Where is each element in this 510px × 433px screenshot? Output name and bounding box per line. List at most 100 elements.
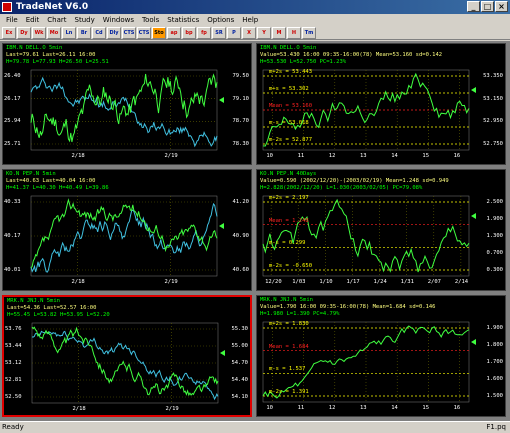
toolbar-button-bar[interactable]: Br	[77, 26, 91, 39]
menu-windows[interactable]: Windows	[99, 14, 138, 26]
y-axis-right-tick: 53.150	[483, 95, 503, 102]
sd-band-label: m+2s = 2.197	[269, 195, 309, 201]
toolbar-button-ap[interactable]: ap	[167, 26, 181, 39]
chart-panel-mrk-jnj-price[interactable]: 53.76 53.44 53.12 52.81 52.50 55.30 55.00 54.70…	[2, 295, 252, 417]
x-axis-tick: 14	[391, 153, 398, 159]
price-series-line-2	[30, 202, 218, 273]
toolbar-button-y[interactable]: Y	[257, 26, 271, 39]
app-icon	[2, 2, 12, 12]
toolbar-button-daily[interactable]: Dy	[17, 26, 31, 39]
y-axis-left-tick: 26.17	[4, 95, 21, 102]
y-axis-right-tick: 1.300	[486, 233, 503, 239]
y-axis-right-tick: 1.900	[486, 216, 503, 222]
chart-panel-ko-pep-spread[interactable]: m+2s = 2.197 Mean = 1.248 m-s = 0.299 m-2s …	[256, 169, 506, 291]
toolbar-button-bp[interactable]: bp	[182, 26, 196, 39]
menu-tools[interactable]: Tools	[138, 14, 163, 26]
x-axis-tick: 11	[297, 153, 305, 159]
x-axis-tick: 11	[297, 405, 305, 411]
sd-band-label: m-s = 53.018	[269, 120, 309, 126]
toolbar-button-weekly[interactable]: Wk	[32, 26, 46, 39]
x-axis-tick: 12	[328, 405, 336, 411]
menu-help[interactable]: Help	[238, 14, 262, 26]
panel-header-line-3: H=53.530 L=52.750 PC=1.23%	[260, 59, 347, 65]
x-axis-tick: 2/18	[71, 279, 85, 285]
last-value-marker	[220, 350, 225, 356]
toolbar-button-exit[interactable]: Ex	[2, 26, 16, 39]
chart-panel-ko-pep-price[interactable]: 40.33 40.17 40.01 41.20 40.90 40.60 2/18 2/19 KO…	[2, 169, 252, 291]
menu-edit[interactable]: Edit	[22, 14, 44, 26]
y-axis-left-tick: 52.81	[5, 377, 22, 383]
chart-workspace: 26.40 26.17 25.94 25.71 79.50 79.10 78.70 78.30…	[0, 41, 510, 421]
menu-statistics[interactable]: Statistics	[163, 14, 203, 26]
toolbar-button-p[interactable]: P	[227, 26, 241, 39]
y-axis-right-tick: 1.500	[486, 393, 503, 399]
x-axis-tick: 1/24	[373, 279, 387, 285]
sd-band-label: m+2s = 1.830	[269, 321, 309, 327]
toolbar: Ex Dy Wk Mo Ln Br Cd Dly CTS CTS Sto ap …	[0, 26, 510, 40]
y-axis-left-tick: 53.44	[5, 343, 22, 349]
chart-panel-ibm-dell-spread[interactable]: m+2s = 53.443 m+s = 53.302 Mean = 53.160 m-…	[256, 43, 506, 165]
toolbar-button-dly[interactable]: Dly	[107, 26, 121, 39]
panel-header-line-2: Last=54.36 Last=52.57 16:00	[7, 305, 97, 311]
minimize-button[interactable]: _	[467, 1, 480, 12]
panel-header-line-3: H=55.45 L=53.82 H=53.95 L=52.20	[7, 312, 110, 318]
toolbar-button-tm[interactable]: Tm	[302, 26, 316, 39]
x-axis-tick: 16	[453, 405, 461, 411]
chart-panel-ibm-dell-price[interactable]: 26.40 26.17 25.94 25.71 79.50 79.10 78.70 78.30…	[2, 43, 252, 165]
mean-label: Mean = 53.160	[269, 103, 313, 109]
toolbar-button-cts2[interactable]: CTS	[137, 26, 151, 39]
panel-header-line-2: Value=53.430 16:00 09:35-16:00(78) Mean=…	[260, 52, 443, 58]
panel-header-line-1: IBM.N DELL.O 5min	[6, 45, 63, 51]
y-axis-left-tick: 53.76	[5, 326, 22, 332]
panel-header-line-3: H=1.980 L=1.390 PC=4.79%	[260, 311, 340, 317]
toolbar-button-x[interactable]: X	[242, 26, 256, 39]
toolbar-button-h[interactable]: H	[287, 26, 301, 39]
x-axis-tick: 1/17	[346, 279, 360, 285]
window-titlebar: TradeNet V6.0 _ □ ×	[0, 0, 510, 14]
toolbar-button-line[interactable]: Ln	[62, 26, 76, 39]
y-axis-left-tick: 26.40	[4, 73, 21, 79]
y-axis-right-tick: 2.500	[486, 199, 503, 205]
panel-header-line-1: MRK.N JNJ.N 5min	[7, 298, 60, 304]
x-axis-tick: 15	[422, 405, 430, 411]
menu-study[interactable]: Study	[71, 14, 99, 26]
last-value-marker	[471, 339, 476, 345]
toolbar-button-m[interactable]: M	[272, 26, 286, 39]
panel-header-line-3: H=79.78 L=77.93 H=26.50 L=25.51	[6, 59, 109, 65]
last-value-marker	[471, 213, 476, 219]
chart-panel-mrk-jnj-spread[interactable]: m+2s = 1.830 Mean = 1.684 m-s = 1.537 m-2s …	[256, 295, 506, 417]
toolbar-button-candle[interactable]: Cd	[92, 26, 106, 39]
y-axis-right-tick: 52.750	[483, 141, 503, 147]
toolbar-button-monthly[interactable]: Mo	[47, 26, 61, 39]
y-axis-right-tick: 41.20	[232, 199, 249, 205]
y-axis-right-tick: 40.60	[232, 267, 249, 273]
x-axis-tick: 2/18	[72, 406, 86, 412]
toolbar-button-fp[interactable]: fp	[197, 26, 211, 39]
toolbar-button-cts1[interactable]: CTS	[122, 26, 136, 39]
y-axis-left-tick: 40.17	[4, 233, 21, 239]
y-axis-right-tick: 40.90	[232, 233, 249, 239]
x-axis-tick: 10	[266, 153, 273, 159]
panel-header-line-1: IBM.N DELL.O 5min	[260, 45, 317, 51]
toolbar-button-stop[interactable]: Sto	[152, 26, 166, 39]
price-series-line-1	[31, 326, 219, 397]
y-axis-left-tick: 53.12	[5, 360, 22, 366]
y-axis-left-tick: 25.71	[4, 141, 21, 147]
x-axis-tick: 2/19	[165, 406, 179, 412]
x-axis-tick: 1/10	[319, 279, 333, 285]
x-axis-tick: 2/07	[427, 279, 441, 285]
maximize-button[interactable]: □	[481, 1, 494, 12]
menu-file[interactable]: File	[2, 14, 22, 26]
menu-chart[interactable]: Chart	[43, 14, 70, 26]
toolbar-button-sr[interactable]: SR	[212, 26, 226, 39]
window-title: TradeNet V6.0	[16, 2, 89, 12]
x-axis-tick: 1/31	[400, 279, 414, 285]
close-button[interactable]: ×	[495, 1, 508, 12]
x-axis-tick: 12/20	[265, 279, 282, 285]
y-axis-right-tick: 55.30	[231, 326, 248, 332]
panel-header-line-1: KO.N PEP.N 40Days	[260, 171, 317, 177]
x-axis-tick: 1/03	[292, 279, 306, 285]
y-axis-right-tick: 1.800	[486, 342, 503, 348]
panel-header-line-1: KO.N PEP.N 5min	[6, 171, 56, 177]
menu-options[interactable]: Options	[203, 14, 238, 26]
